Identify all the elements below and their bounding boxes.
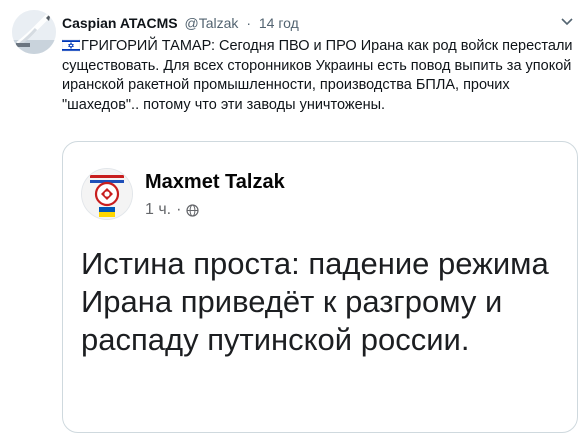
tweet-header: Caspian ATACMS @Talzak · 14 год	[62, 14, 299, 32]
chevron-down-icon	[561, 18, 573, 26]
quoted-post-time[interactable]: 1 ч.	[145, 201, 171, 219]
israel-flag-icon	[62, 39, 80, 52]
missile-launch-icon	[12, 10, 56, 54]
tweet-text-block: ГРИГОРИЙ ТАМАР: Сегодня ПВО и ПРО Ирана …	[62, 37, 578, 115]
quoted-author-name[interactable]: Maxmet Talzak	[145, 171, 285, 194]
quoted-post-text: Истина проста: падение режима Ирана прив…	[81, 246, 549, 357]
more-options-button[interactable]	[557, 12, 577, 32]
tweet-text: ГРИГОРИЙ ТАМАР: Сегодня ПВО и ПРО Ирана …	[62, 38, 573, 113]
header-separator: ·	[246, 15, 251, 31]
author-avatar[interactable]	[12, 10, 56, 54]
quoted-post-card[interactable]: Maxmet Talzak 1 ч. · Истина проста: паде…	[62, 141, 578, 433]
author-handle[interactable]: @Talzak	[185, 15, 239, 31]
author-name[interactable]: Caspian ATACMS	[62, 15, 178, 31]
globe-icon	[186, 203, 200, 217]
tweet[interactable]: Caspian ATACMS @Talzak · 14 год ГРИГОРИЙ…	[0, 0, 586, 433]
quoted-meta-separator: ·	[176, 201, 182, 218]
quoted-post-meta: 1 ч. ·	[145, 201, 200, 219]
tweet-timestamp[interactable]: 14 год	[259, 15, 299, 31]
emblem-avatar-icon	[82, 169, 132, 219]
quoted-author-avatar[interactable]	[82, 169, 132, 219]
